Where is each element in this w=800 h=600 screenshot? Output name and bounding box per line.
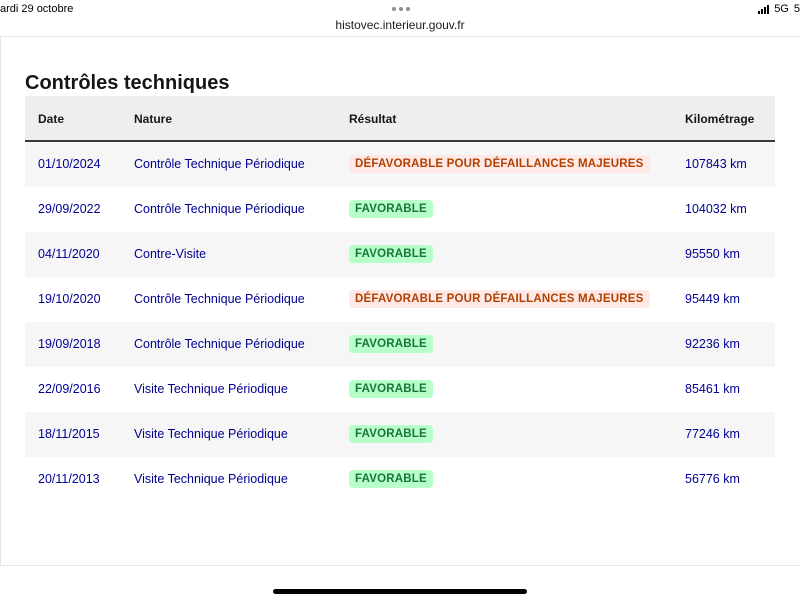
row-result: DÉFAVORABLE POUR DÉFAILLANCES MAJEURES xyxy=(349,290,650,308)
table-row: 18/11/2015 Visite Technique Périodique FAV… xyxy=(25,412,775,457)
status-badge: FAVORABLE xyxy=(349,245,433,263)
home-indicator[interactable] xyxy=(273,589,527,594)
row-nature: Contre-Visite xyxy=(134,247,207,261)
row-result: FAVORABLE xyxy=(349,380,433,398)
url-bar[interactable]: histovec.interieur.gouv.fr xyxy=(0,18,800,32)
row-km: 95449 km xyxy=(685,292,740,306)
status-badge: FAVORABLE xyxy=(349,380,433,398)
row-date: 20/11/2013 xyxy=(38,472,100,486)
row-km: 77246 km xyxy=(685,427,740,441)
status-badge: DÉFAVORABLE POUR DÉFAILLANCES MAJEURES xyxy=(349,290,650,308)
status-badge: FAVORABLE xyxy=(349,200,433,218)
status-badge: FAVORABLE xyxy=(349,425,433,443)
table-body: 01/10/2024 Contrôle Technique Périodique D… xyxy=(25,142,775,502)
row-date: 18/11/2015 xyxy=(38,427,100,441)
row-nature: Contrôle Technique Périodique xyxy=(134,292,305,306)
row-date: 29/09/2022 xyxy=(38,202,101,216)
status-right: 5G 5 xyxy=(758,3,800,15)
header-km: Kilométrage xyxy=(685,112,755,126)
row-km: 95550 km xyxy=(685,247,740,261)
tab-dots-icon[interactable] xyxy=(392,7,410,11)
row-result: FAVORABLE xyxy=(349,425,433,443)
row-nature: Contrôle Technique Périodique xyxy=(134,157,305,171)
row-result: FAVORABLE xyxy=(349,200,433,218)
header-date: Date xyxy=(38,112,65,126)
row-km: 104032 km xyxy=(685,202,747,216)
row-nature: Contrôle Technique Périodique xyxy=(134,202,305,216)
header-nature: Nature xyxy=(134,112,173,126)
page-title: Contrôles techniques xyxy=(25,72,230,94)
network-label: 5G xyxy=(774,3,789,15)
row-nature: Visite Technique Périodique xyxy=(134,382,288,396)
status-badge: FAVORABLE xyxy=(349,335,433,353)
header-result: Résultat xyxy=(349,112,397,126)
status-badge: FAVORABLE xyxy=(349,470,433,488)
technical-controls-table: Date Nature Résultat Kilométrage 01/10/2… xyxy=(25,96,775,502)
table-row: 19/10/2020 Contrôle Technique Périodique D… xyxy=(25,277,775,322)
row-date: 19/10/2020 xyxy=(38,292,101,306)
table-row: 22/09/2016 Visite Technique Périodique FAV… xyxy=(25,367,775,412)
row-km: 85461 km xyxy=(685,382,740,396)
row-date: 22/09/2016 xyxy=(38,382,101,396)
row-result: FAVORABLE xyxy=(349,335,433,353)
row-date: 19/09/2018 xyxy=(38,337,101,351)
row-result: FAVORABLE xyxy=(349,470,433,488)
row-nature: Visite Technique Périodique xyxy=(134,427,288,441)
status-date: ardi 29 octobre xyxy=(0,3,74,15)
row-km: 107843 km xyxy=(685,157,747,171)
table-row: 20/11/2013 Visite Technique Périodique FAV… xyxy=(25,457,775,502)
table-row: 19/09/2018 Contrôle Technique Périodique F… xyxy=(25,322,775,367)
table-row: 01/10/2024 Contrôle Technique Périodique D… xyxy=(25,142,775,187)
row-nature: Contrôle Technique Périodique xyxy=(134,337,305,351)
signal-icon xyxy=(758,4,770,14)
row-km: 56776 km xyxy=(685,472,740,486)
table-row: 29/09/2022 Contrôle Technique Périodique F… xyxy=(25,187,775,232)
row-km: 92236 km xyxy=(685,337,740,351)
row-result: DÉFAVORABLE POUR DÉFAILLANCES MAJEURES xyxy=(349,155,650,173)
row-date: 04/11/2020 xyxy=(38,247,100,261)
table-row: 04/11/2020 Contre-Visite FAVORABLE 95550 km xyxy=(25,232,775,277)
row-date: 01/10/2024 xyxy=(38,157,101,171)
row-result: FAVORABLE xyxy=(349,245,433,263)
status-badge: DÉFAVORABLE POUR DÉFAILLANCES MAJEURES xyxy=(349,155,650,173)
table-header: Date Nature Résultat Kilométrage xyxy=(25,96,775,142)
battery-label: 5 xyxy=(793,3,800,15)
row-nature: Visite Technique Périodique xyxy=(134,472,288,486)
